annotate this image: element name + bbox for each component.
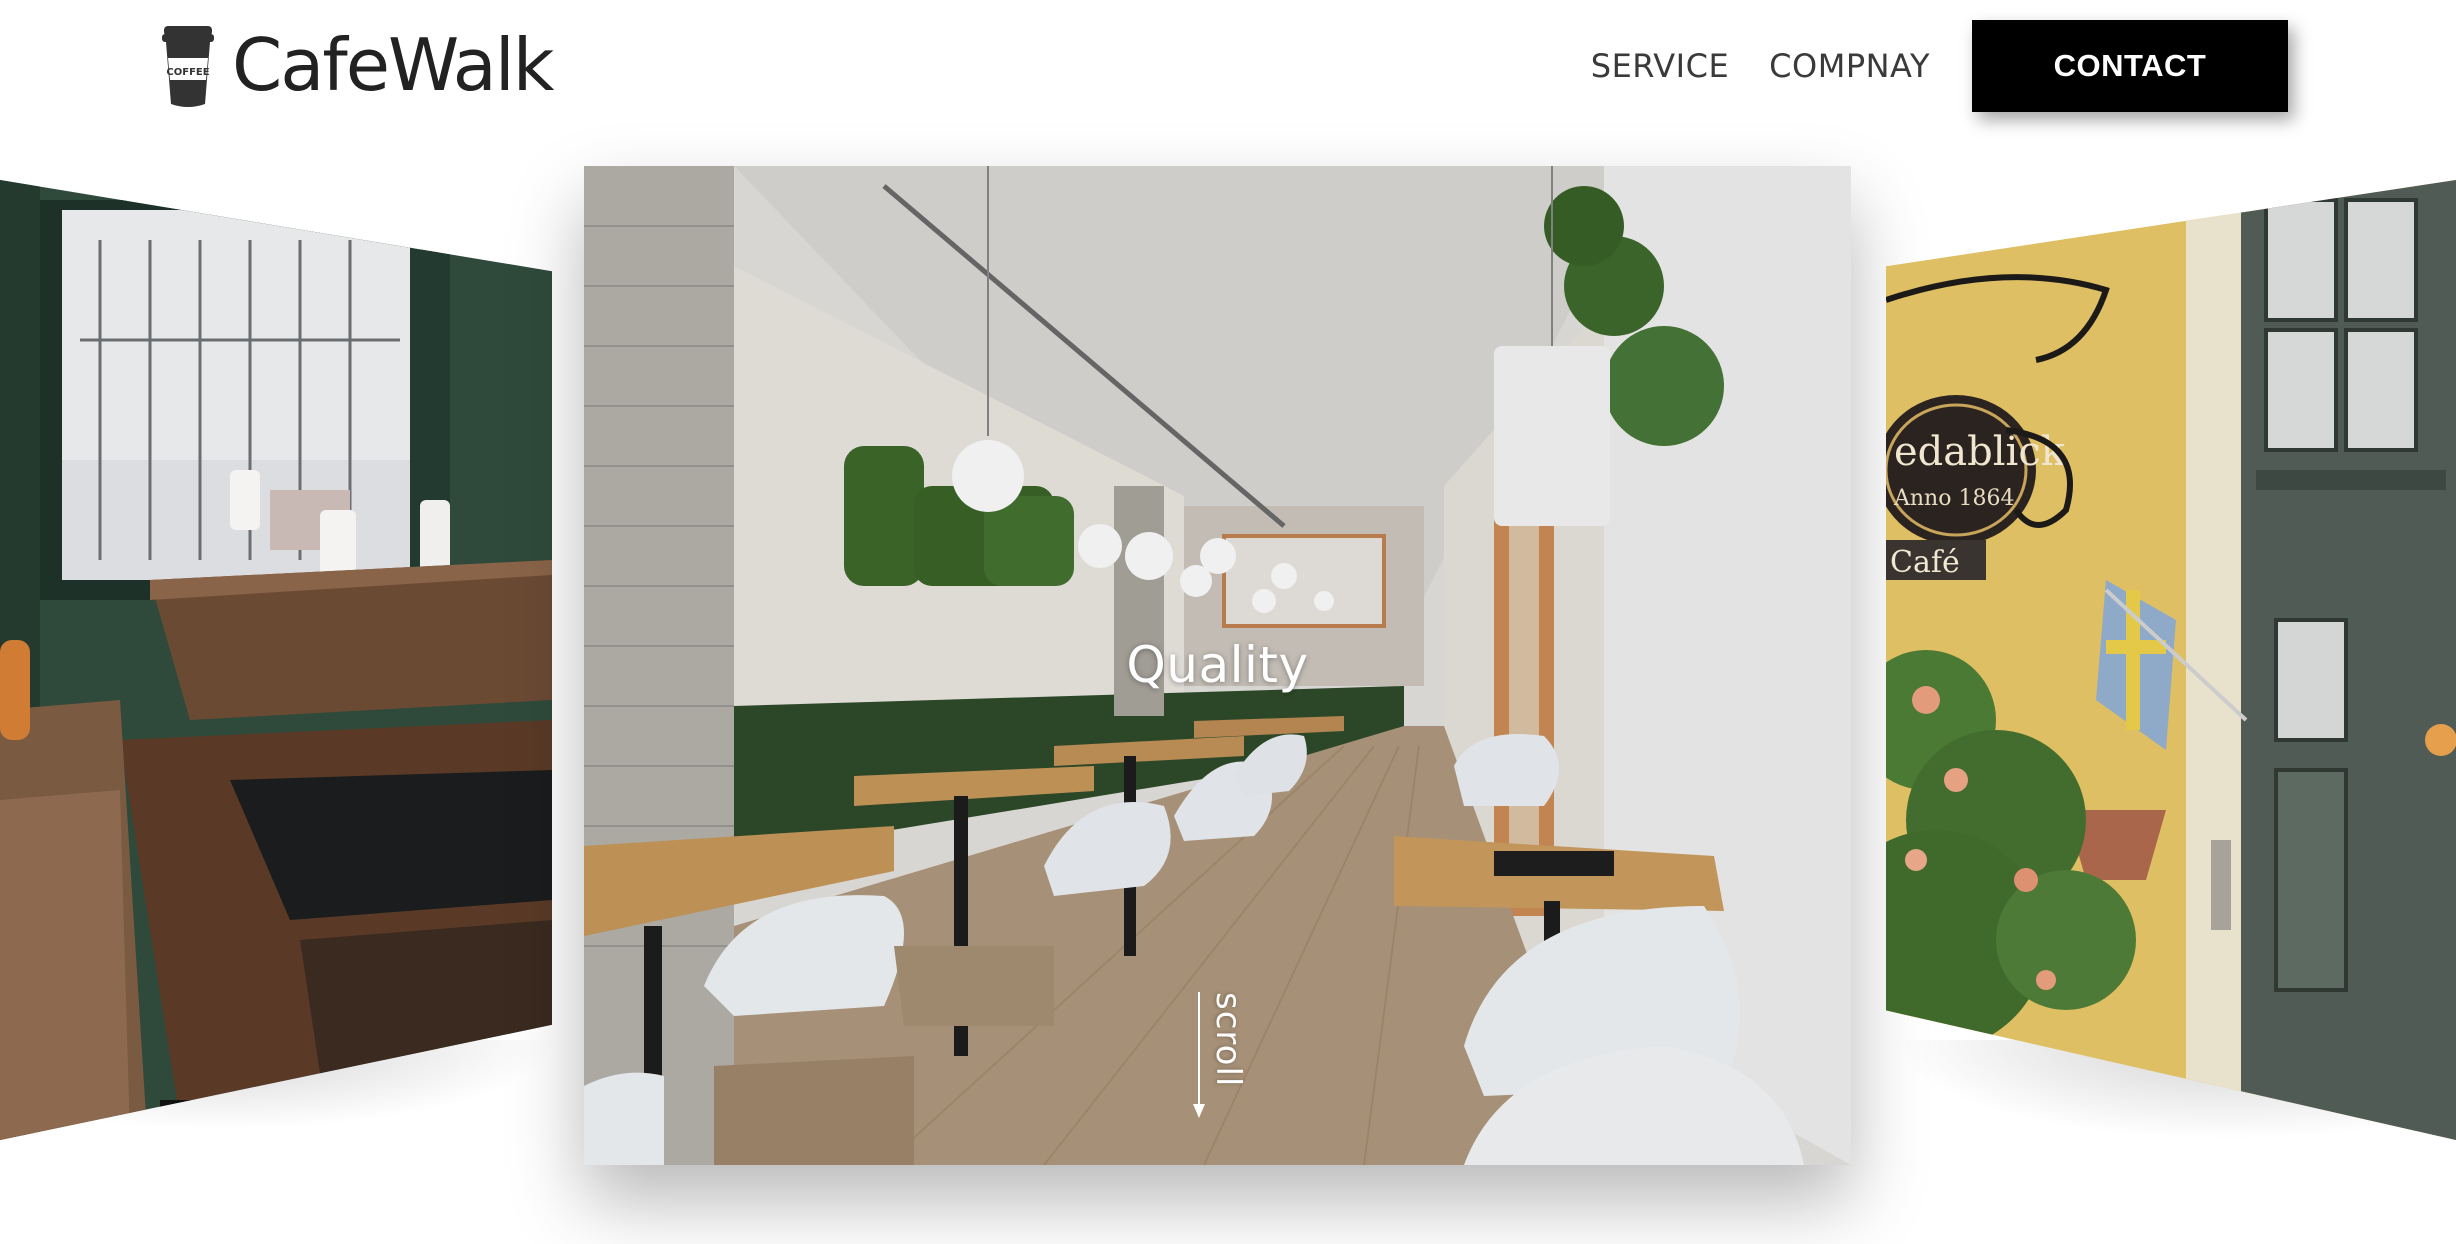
cafe-window-photo (0, 180, 552, 1140)
page: Quality scroll edablick Anno 1864 Café C… (0, 0, 2456, 1244)
cup-label: COFFEE (166, 67, 209, 78)
hero-carousel: Quality scroll edablick Anno 1864 Café (0, 0, 2456, 1244)
scroll-line (1198, 992, 1200, 1112)
brand-logo[interactable]: COFFEE CafeWalk (160, 22, 554, 108)
main-nav: SERVICE COMPNAY CONTACT (1591, 20, 2456, 112)
carousel-slide-next[interactable]: edablick Anno 1864 Café (1886, 180, 2456, 1140)
cafe-storefront-photo: edablick Anno 1864 Café (1886, 180, 2456, 1140)
brand-name: CafeWalk (232, 23, 554, 107)
nav-company-link[interactable]: COMPNAY (1769, 20, 1930, 112)
sign-subtitle: Café (1890, 545, 1960, 580)
site-header: COFFEE CafeWalk SERVICE COMPNAY CONTACT (0, 0, 2456, 135)
scroll-arrow-icon (1193, 1104, 1205, 1118)
carousel-slide-active[interactable]: Quality scroll (584, 166, 1851, 1165)
nav-service-link[interactable]: SERVICE (1591, 20, 1729, 112)
contact-button[interactable]: CONTACT (1972, 20, 2288, 112)
slide-caption: Quality (1126, 636, 1309, 694)
scroll-indicator[interactable]: scroll (1190, 992, 1250, 1152)
sign-year: Anno 1864 (1893, 486, 2014, 511)
scroll-label: scroll (1208, 992, 1248, 1088)
carousel-slide-previous[interactable] (0, 180, 552, 1140)
coffee-cup-icon: COFFEE (162, 26, 214, 107)
